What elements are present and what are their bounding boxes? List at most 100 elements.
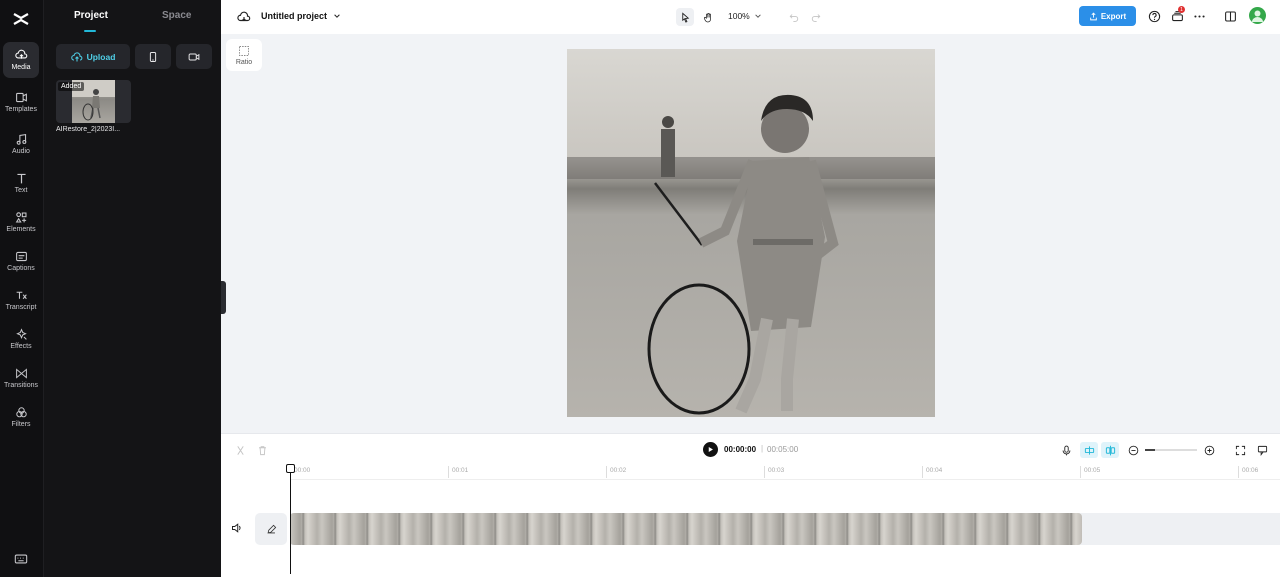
fit-timeline-button[interactable] [1234, 444, 1246, 456]
sidebar-item-transitions[interactable]: Transitions [3, 360, 39, 396]
media-filename: AIRestore_2|2023I... [56, 126, 121, 133]
transcript-icon [16, 291, 27, 300]
zoom-value: 100% [728, 11, 750, 21]
clip-frames [290, 513, 1082, 545]
notifications-button[interactable]: 1 [1170, 6, 1185, 23]
captions-icon [15, 251, 27, 262]
split-icon [236, 445, 244, 455]
edit-cover-button[interactable] [255, 513, 287, 545]
phone-upload-button[interactable] [135, 44, 171, 69]
upload-button[interactable]: Upload [56, 44, 130, 69]
video-clip[interactable] [290, 513, 1082, 545]
link-icon [1105, 445, 1115, 455]
filters-icon [15, 407, 27, 418]
linkage-button[interactable] [1101, 442, 1119, 458]
tab-active-indicator [84, 30, 96, 32]
microphone-icon [1062, 445, 1070, 455]
tab-space[interactable]: Space [162, 10, 191, 21]
sidebar-item-label: Effects [10, 343, 32, 350]
media-panel: Project Space Upload Added AIRestore_2|2… [43, 0, 221, 577]
export-label: Export [1100, 11, 1127, 21]
transitions-icon [15, 368, 27, 379]
sidebar-item-filters[interactable]: Filters [3, 399, 39, 435]
playhead-handle[interactable] [286, 464, 295, 473]
sidebar-item-audio[interactable]: Audio [3, 126, 39, 162]
video-preview[interactable] [567, 49, 935, 417]
layout-icon [1224, 11, 1236, 21]
project-title-text: Untitled project [261, 11, 328, 21]
fullscreen-icon [1235, 445, 1245, 455]
microphone-button[interactable] [1060, 444, 1072, 456]
speaker-icon[interactable] [231, 522, 243, 534]
left-rail: Media Templates Audio Text Elements Capt… [0, 0, 43, 577]
upload-label: Upload [86, 51, 116, 62]
timeline-options-button[interactable] [1256, 444, 1268, 456]
ruler-tick: 00:03 [764, 466, 784, 478]
keyboard-shortcuts-icon[interactable] [14, 552, 28, 566]
timeline-zoom-slider[interactable] [1145, 449, 1197, 451]
play-button[interactable] [703, 442, 718, 457]
audio-icon [16, 134, 26, 145]
trash-icon [258, 445, 266, 455]
tab-project[interactable]: Project [74, 10, 108, 21]
sidebar-item-label: Elements [6, 226, 36, 233]
sidebar-item-captions[interactable]: Captions [3, 243, 39, 279]
capcut-logo [13, 13, 29, 25]
hand-tool-button[interactable] [699, 8, 717, 26]
slider-fill [1145, 449, 1155, 451]
sidebar-item-label: Audio [12, 148, 30, 155]
undo-icon [789, 14, 799, 22]
redo-icon [811, 14, 821, 22]
media-icon [14, 49, 27, 59]
ruler-tick: 00:05 [1080, 466, 1100, 478]
cloud-sync-icon[interactable] [237, 10, 251, 24]
total-time: 00:05:00 [767, 445, 799, 454]
sidebar-item-label: Templates [5, 106, 37, 113]
sidebar-item-elements[interactable]: Elements [3, 204, 39, 240]
sidebar-item-templates[interactable]: Templates [3, 84, 39, 120]
layout-toggle-button[interactable] [1223, 9, 1237, 23]
help-button[interactable] [1147, 9, 1161, 23]
timeline-ruler[interactable]: 00:00 00:01 00:02 00:03 00:04 00:05 00:0… [290, 466, 1280, 480]
sidebar-item-media[interactable]: Media [3, 42, 39, 78]
redo-button[interactable] [807, 8, 825, 26]
media-item[interactable]: Added [56, 80, 131, 123]
zoom-out-button[interactable] [1127, 444, 1139, 456]
undo-button[interactable] [785, 8, 803, 26]
chevron-down-icon [755, 14, 761, 18]
comment-icon [1257, 445, 1267, 456]
auto-snap-button[interactable] [1080, 442, 1098, 458]
export-icon [1090, 11, 1097, 20]
time-separator: | [761, 444, 764, 453]
avatar[interactable] [1249, 7, 1266, 24]
sidebar-item-text[interactable]: Text [3, 165, 39, 201]
zoom-out-icon [1128, 445, 1138, 455]
project-title[interactable]: Untitled project [261, 11, 341, 21]
elements-icon [15, 212, 26, 223]
user-icon [1252, 10, 1263, 22]
sidebar-item-label: Filters [11, 421, 31, 428]
ratio-button[interactable]: Ratio [226, 39, 262, 71]
phone-icon [149, 51, 157, 62]
chevron-down-icon [334, 14, 340, 18]
zoom-in-button[interactable] [1203, 444, 1215, 456]
split-button[interactable] [234, 444, 246, 456]
panel-collapse-handle[interactable] [221, 281, 226, 314]
record-button[interactable] [176, 44, 212, 69]
more-button[interactable] [1192, 9, 1206, 23]
help-icon [1148, 10, 1160, 22]
added-badge: Added [58, 82, 85, 91]
select-tool-button[interactable] [676, 8, 694, 26]
export-button[interactable]: Export [1079, 6, 1136, 26]
ruler-tick: 00:04 [922, 466, 942, 478]
playhead[interactable] [290, 466, 291, 574]
sidebar-item-transcript[interactable]: Transcript [3, 282, 39, 318]
sidebar-item-label: Text [14, 187, 28, 194]
templates-icon [15, 92, 27, 103]
ruler-tick: 00:06 [1238, 466, 1258, 478]
zoom-dropdown[interactable]: 100% [728, 11, 762, 21]
delete-button[interactable] [256, 444, 268, 456]
top-bar: Untitled project 100% Export 1 [221, 0, 1280, 34]
sidebar-item-effects[interactable]: Effects [3, 321, 39, 357]
zoom-in-icon [1204, 445, 1214, 455]
